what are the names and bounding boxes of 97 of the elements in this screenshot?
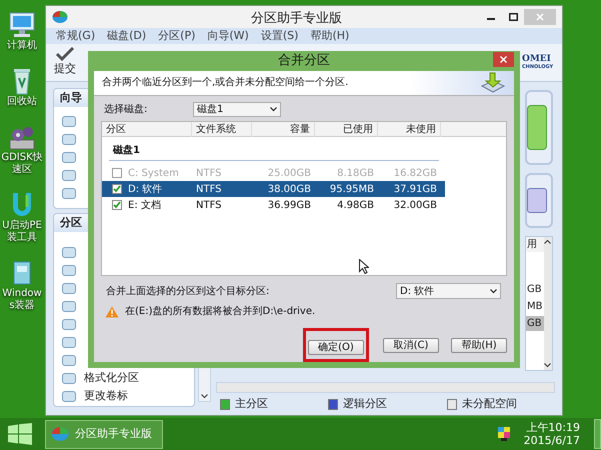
warning-icon — [105, 306, 119, 318]
maximize-icon — [508, 13, 518, 21]
disk-action-icon — [62, 319, 76, 330]
disk-action-icon — [62, 373, 76, 384]
menu-item[interactable]: 磁盘(D) — [107, 28, 146, 44]
disk-action-icon — [62, 134, 76, 145]
column-header[interactable]: 容量 — [252, 122, 315, 137]
clock-date[interactable]: 2015/6/17 — [524, 434, 580, 447]
monitor-icon[interactable] — [7, 10, 37, 40]
description-text: 合并两个临近分区到一个,或合并未分配空间给一个分区. — [102, 76, 348, 90]
table-cell-text: 4.98GB — [336, 198, 375, 212]
horizontal-scrollbar[interactable] — [216, 382, 555, 393]
merge-drive-icon — [480, 72, 506, 94]
table-cell-text: 25.00GB — [266, 166, 312, 180]
sidebar-item[interactable]: 更改卷标 — [84, 388, 128, 405]
menu-item[interactable]: 分区(P) — [158, 28, 196, 44]
sidebar-item[interactable]: 格式化分区 — [84, 370, 139, 387]
partition-name: E: 文档 — [128, 198, 161, 212]
windows-start-icon[interactable] — [8, 423, 32, 445]
disk-action-icon — [62, 116, 76, 127]
partition-bar — [527, 188, 547, 213]
panel-title[interactable]: 分区 — [60, 214, 82, 232]
partition-bar — [527, 105, 547, 150]
table-cell-text: NTFS — [195, 166, 223, 180]
clock-time[interactable]: 上午10:19 — [526, 421, 580, 434]
scrollbar[interactable] — [544, 237, 552, 370]
target-label: 合并上面选择的分区到这个目标分区: — [105, 284, 270, 298]
table-cell-text: NTFS — [195, 182, 223, 196]
app-logo-icon — [52, 10, 68, 24]
column-header[interactable]: 分区 — [102, 122, 192, 137]
network-icon[interactable] — [498, 427, 510, 441]
table-cell: GB — [526, 316, 544, 331]
table-cell-text: 38.00GB — [266, 182, 312, 196]
disk-action-icon — [62, 283, 76, 294]
legend-label: 未分配空间 — [462, 396, 517, 412]
disk-action-icon — [62, 170, 76, 181]
disk-action-icon — [62, 391, 76, 402]
table-cell-text: 36.99GB — [266, 198, 312, 212]
legend-label: 主分区 — [235, 396, 268, 412]
table-cell-text: MB — [526, 300, 544, 314]
partition-name: D: 软件 — [128, 182, 162, 196]
partition-name: C: System — [128, 166, 179, 180]
desktop-icon-label[interactable]: U启动PE装工具 — [0, 220, 44, 244]
close-icon — [536, 13, 544, 21]
legend-label: 逻辑分区 — [343, 396, 387, 412]
menu-item[interactable]: 帮助(H) — [310, 28, 350, 44]
table-cell-text: 8.18GB — [336, 166, 375, 180]
warning-text: 在(E:)盘的所有数据将被合并到D:\e-drive. — [125, 304, 316, 319]
table-cell-text: 37.91GB — [392, 182, 438, 196]
table-cell-text: 32.00GB — [392, 198, 438, 212]
disk-action-icon — [62, 301, 76, 312]
submit-button[interactable]: 提交 — [54, 47, 76, 78]
column-header[interactable]: 已使用 — [315, 122, 378, 137]
disk-action-icon — [62, 152, 76, 163]
chevron-down-icon — [270, 107, 277, 112]
close-button[interactable] — [493, 52, 514, 67]
checkbox[interactable] — [112, 200, 122, 210]
desktop-icon-label[interactable]: 计算机 — [0, 40, 44, 52]
table-cell-text: 16.82GB — [392, 166, 438, 180]
disk-action-icon — [62, 247, 76, 258]
logo-text: OMEI — [522, 54, 552, 64]
desktop-icon-label[interactable]: Windows装器 — [0, 288, 44, 312]
table-cell-text: 95.95MB — [328, 182, 375, 196]
column-header[interactable]: 未使用 — [378, 122, 441, 137]
dialog-button[interactable]: 取消(C) — [383, 338, 439, 352]
dialog-title: 合并分区 — [278, 52, 330, 70]
chevron-down-icon — [490, 288, 497, 294]
dialog-button[interactable]: 帮助(H) — [451, 338, 507, 352]
column-header: 用 — [526, 237, 544, 252]
column-header[interactable]: 文件系统 — [192, 122, 252, 137]
window-title: 分区助手专业版 — [251, 10, 342, 28]
partition-row[interactable]: D: 软件 NTFS 38.00GB 95.95MB 37.91GB — [102, 181, 445, 197]
disk-action-icon — [62, 265, 76, 276]
table-cell-text: GB — [526, 283, 543, 297]
menu-item[interactable]: 向导(W) — [207, 28, 249, 44]
checkmark-icon — [55, 47, 75, 62]
disk-dropdown[interactable]: 磁盘1 — [193, 102, 281, 117]
disk-label: 选择磁盘: — [103, 102, 148, 117]
partition-row[interactable]: E: 文档 NTFS 36.99GB 4.98GB 32.00GB — [102, 197, 445, 213]
target-dropdown[interactable]: D: 软件 — [396, 283, 501, 299]
desktop-icon-label[interactable]: 回收站 — [0, 96, 44, 108]
checkbox[interactable] — [112, 184, 122, 194]
disk-group-title: 磁盘1 — [109, 143, 439, 161]
dialog-button[interactable]: 确定(O) — [308, 340, 364, 355]
table-cell-text: NTFS — [195, 198, 223, 212]
scroll-down-icon[interactable] — [544, 363, 552, 368]
desktop-icon-label[interactable]: GDISK快速区 — [0, 152, 44, 176]
app-logo-icon — [50, 426, 70, 442]
disk-action-icon — [62, 188, 76, 199]
scroll-up-icon[interactable] — [544, 239, 552, 244]
close-icon — [500, 56, 507, 63]
menu-item[interactable]: 常规(G) — [56, 28, 96, 44]
disk-action-icon — [62, 355, 76, 366]
menu-item[interactable]: 设置(S) — [260, 28, 298, 44]
disk-action-icon — [62, 337, 76, 348]
scroll-down-icon[interactable] — [201, 394, 208, 399]
panel-title[interactable]: 向导 — [60, 90, 82, 106]
